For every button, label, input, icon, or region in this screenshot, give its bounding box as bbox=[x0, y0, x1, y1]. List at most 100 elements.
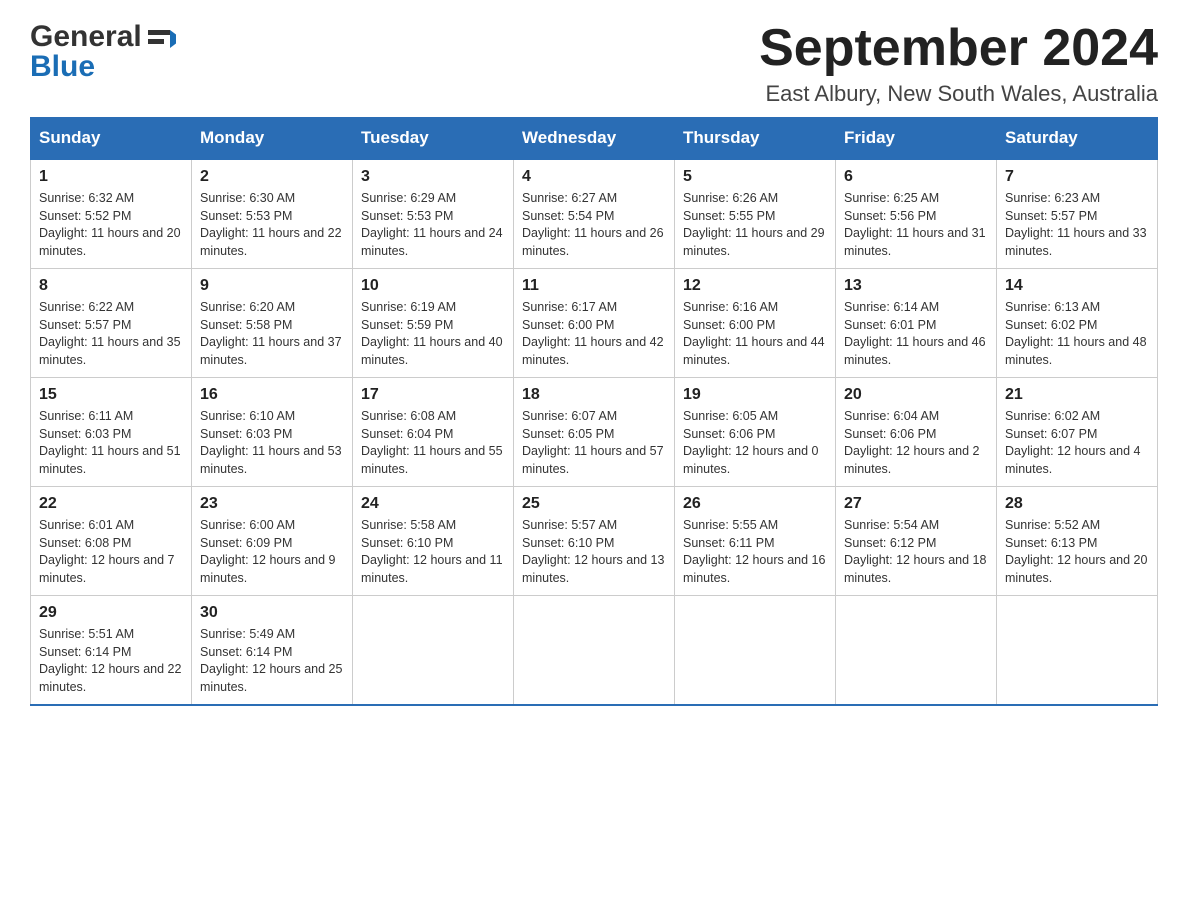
calendar-week-row: 29 Sunrise: 5:51 AMSunset: 6:14 PMDayligh… bbox=[31, 596, 1158, 706]
calendar-cell: 8 Sunrise: 6:22 AMSunset: 5:57 PMDaylight… bbox=[31, 269, 192, 378]
day-number: 13 bbox=[844, 277, 988, 295]
calendar-cell: 1 Sunrise: 6:32 AMSunset: 5:52 PMDaylight… bbox=[31, 159, 192, 269]
day-info: Sunrise: 6:10 AMSunset: 6:03 PMDaylight:… bbox=[200, 408, 344, 478]
calendar-cell: 20Sunrise: 6:04 AMSunset: 6:06 PMDayligh… bbox=[836, 378, 997, 487]
day-number: 30 bbox=[200, 604, 344, 622]
day-number: 24 bbox=[361, 495, 505, 513]
calendar-cell: 19 Sunrise: 6:05 AMSunset: 6:06 PMDayligh… bbox=[675, 378, 836, 487]
day-info: Sunrise: 6:16 AMSunset: 6:00 PMDaylight:… bbox=[683, 299, 827, 369]
calendar-cell: 23 Sunrise: 6:00 AMSunset: 6:09 PMDayligh… bbox=[192, 487, 353, 596]
calendar-cell: 21 Sunrise: 6:02 AMSunset: 6:07 PMDayligh… bbox=[997, 378, 1158, 487]
day-number: 15 bbox=[39, 386, 183, 404]
calendar-cell: 30 Sunrise: 5:49 AMSunset: 6:14 PMDayligh… bbox=[192, 596, 353, 706]
calendar-week-row: 15 Sunrise: 6:11 AMSunset: 6:03 PMDayligh… bbox=[31, 378, 1158, 487]
logo-blue-text: Blue bbox=[30, 50, 95, 84]
day-info: Sunrise: 6:23 AMSunset: 5:57 PMDaylight:… bbox=[1005, 190, 1149, 260]
calendar-cell: 16 Sunrise: 6:10 AMSunset: 6:03 PMDayligh… bbox=[192, 378, 353, 487]
day-info: Sunrise: 6:00 AMSunset: 6:09 PMDaylight:… bbox=[200, 517, 344, 587]
weekday-header-saturday: Saturday bbox=[997, 118, 1158, 160]
calendar-table: SundayMondayTuesdayWednesdayThursdayFrid… bbox=[30, 117, 1158, 706]
weekday-header-sunday: Sunday bbox=[31, 118, 192, 160]
calendar-week-row: 22 Sunrise: 6:01 AMSunset: 6:08 PMDayligh… bbox=[31, 487, 1158, 596]
day-info: Sunrise: 6:20 AMSunset: 5:58 PMDaylight:… bbox=[200, 299, 344, 369]
title-area: September 2024 East Albury, New South Wa… bbox=[759, 20, 1158, 107]
logo-area: General Blue bbox=[30, 20, 176, 84]
calendar-cell: 4 Sunrise: 6:27 AMSunset: 5:54 PMDaylight… bbox=[514, 159, 675, 269]
day-number: 8 bbox=[39, 277, 183, 295]
calendar-cell: 27 Sunrise: 5:54 AMSunset: 6:12 PMDayligh… bbox=[836, 487, 997, 596]
day-number: 17 bbox=[361, 386, 505, 404]
day-info: Sunrise: 6:01 AMSunset: 6:08 PMDaylight:… bbox=[39, 517, 183, 587]
logo-triangle-icon bbox=[144, 22, 176, 52]
day-number: 28 bbox=[1005, 495, 1149, 513]
day-number: 21 bbox=[1005, 386, 1149, 404]
calendar-cell: 3 Sunrise: 6:29 AMSunset: 5:53 PMDaylight… bbox=[353, 159, 514, 269]
day-number: 3 bbox=[361, 168, 505, 186]
day-number: 19 bbox=[683, 386, 827, 404]
day-info: Sunrise: 6:07 AMSunset: 6:05 PMDaylight:… bbox=[522, 408, 666, 478]
calendar-cell: 15 Sunrise: 6:11 AMSunset: 6:03 PMDayligh… bbox=[31, 378, 192, 487]
calendar-cell: 14 Sunrise: 6:13 AMSunset: 6:02 PMDayligh… bbox=[997, 269, 1158, 378]
day-number: 9 bbox=[200, 277, 344, 295]
day-number: 25 bbox=[522, 495, 666, 513]
day-info: Sunrise: 6:02 AMSunset: 6:07 PMDaylight:… bbox=[1005, 408, 1149, 478]
day-info: Sunrise: 5:51 AMSunset: 6:14 PMDaylight:… bbox=[39, 626, 183, 696]
day-number: 14 bbox=[1005, 277, 1149, 295]
day-number: 23 bbox=[200, 495, 344, 513]
day-info: Sunrise: 5:49 AMSunset: 6:14 PMDaylight:… bbox=[200, 626, 344, 696]
day-number: 22 bbox=[39, 495, 183, 513]
day-info: Sunrise: 6:14 AMSunset: 6:01 PMDaylight:… bbox=[844, 299, 988, 369]
weekday-header-monday: Monday bbox=[192, 118, 353, 160]
day-info: Sunrise: 6:05 AMSunset: 6:06 PMDaylight:… bbox=[683, 408, 827, 478]
day-number: 5 bbox=[683, 168, 827, 186]
day-info: Sunrise: 5:57 AMSunset: 6:10 PMDaylight:… bbox=[522, 517, 666, 587]
day-info: Sunrise: 6:17 AMSunset: 6:00 PMDaylight:… bbox=[522, 299, 666, 369]
day-info: Sunrise: 6:11 AMSunset: 6:03 PMDaylight:… bbox=[39, 408, 183, 478]
calendar-cell: 26 Sunrise: 5:55 AMSunset: 6:11 PMDayligh… bbox=[675, 487, 836, 596]
day-info: Sunrise: 6:13 AMSunset: 6:02 PMDaylight:… bbox=[1005, 299, 1149, 369]
calendar-cell: 5 Sunrise: 6:26 AMSunset: 5:55 PMDaylight… bbox=[675, 159, 836, 269]
month-title: September 2024 bbox=[759, 20, 1158, 77]
calendar-cell: 6Sunrise: 6:25 AMSunset: 5:56 PMDaylight… bbox=[836, 159, 997, 269]
day-number: 29 bbox=[39, 604, 183, 622]
day-number: 4 bbox=[522, 168, 666, 186]
day-number: 11 bbox=[522, 277, 666, 295]
calendar-cell: 11 Sunrise: 6:17 AMSunset: 6:00 PMDayligh… bbox=[514, 269, 675, 378]
day-info: Sunrise: 6:29 AMSunset: 5:53 PMDaylight:… bbox=[361, 190, 505, 260]
calendar-cell: 12 Sunrise: 6:16 AMSunset: 6:00 PMDayligh… bbox=[675, 269, 836, 378]
day-info: Sunrise: 6:30 AMSunset: 5:53 PMDaylight:… bbox=[200, 190, 344, 260]
day-info: Sunrise: 6:26 AMSunset: 5:55 PMDaylight:… bbox=[683, 190, 827, 260]
calendar-cell: 28 Sunrise: 5:52 AMSunset: 6:13 PMDayligh… bbox=[997, 487, 1158, 596]
calendar-cell: 13 Sunrise: 6:14 AMSunset: 6:01 PMDayligh… bbox=[836, 269, 997, 378]
calendar-cell: 24Sunrise: 5:58 AMSunset: 6:10 PMDayligh… bbox=[353, 487, 514, 596]
day-number: 18 bbox=[522, 386, 666, 404]
day-info: Sunrise: 5:52 AMSunset: 6:13 PMDaylight:… bbox=[1005, 517, 1149, 587]
day-info: Sunrise: 6:27 AMSunset: 5:54 PMDaylight:… bbox=[522, 190, 666, 260]
calendar-cell bbox=[353, 596, 514, 706]
calendar-week-row: 8 Sunrise: 6:22 AMSunset: 5:57 PMDaylight… bbox=[31, 269, 1158, 378]
day-number: 12 bbox=[683, 277, 827, 295]
day-number: 16 bbox=[200, 386, 344, 404]
weekday-header-tuesday: Tuesday bbox=[353, 118, 514, 160]
weekday-header-friday: Friday bbox=[836, 118, 997, 160]
calendar-cell bbox=[836, 596, 997, 706]
day-info: Sunrise: 6:32 AMSunset: 5:52 PMDaylight:… bbox=[39, 190, 183, 260]
day-info: Sunrise: 5:55 AMSunset: 6:11 PMDaylight:… bbox=[683, 517, 827, 587]
weekday-header-row: SundayMondayTuesdayWednesdayThursdayFrid… bbox=[31, 118, 1158, 160]
day-info: Sunrise: 6:22 AMSunset: 5:57 PMDaylight:… bbox=[39, 299, 183, 369]
day-number: 20 bbox=[844, 386, 988, 404]
day-number: 2 bbox=[200, 168, 344, 186]
day-info: Sunrise: 6:25 AMSunset: 5:56 PMDaylight:… bbox=[844, 190, 988, 260]
day-info: Sunrise: 6:08 AMSunset: 6:04 PMDaylight:… bbox=[361, 408, 505, 478]
calendar-cell bbox=[997, 596, 1158, 706]
day-number: 1 bbox=[39, 168, 183, 186]
day-number: 27 bbox=[844, 495, 988, 513]
day-info: Sunrise: 5:54 AMSunset: 6:12 PMDaylight:… bbox=[844, 517, 988, 587]
day-number: 26 bbox=[683, 495, 827, 513]
calendar-week-row: 1 Sunrise: 6:32 AMSunset: 5:52 PMDaylight… bbox=[31, 159, 1158, 269]
calendar-cell: 25 Sunrise: 5:57 AMSunset: 6:10 PMDayligh… bbox=[514, 487, 675, 596]
calendar-cell: 9 Sunrise: 6:20 AMSunset: 5:58 PMDaylight… bbox=[192, 269, 353, 378]
day-info: Sunrise: 6:19 AMSunset: 5:59 PMDaylight:… bbox=[361, 299, 505, 369]
calendar-cell: 17 Sunrise: 6:08 AMSunset: 6:04 PMDayligh… bbox=[353, 378, 514, 487]
calendar-cell: 22 Sunrise: 6:01 AMSunset: 6:08 PMDayligh… bbox=[31, 487, 192, 596]
